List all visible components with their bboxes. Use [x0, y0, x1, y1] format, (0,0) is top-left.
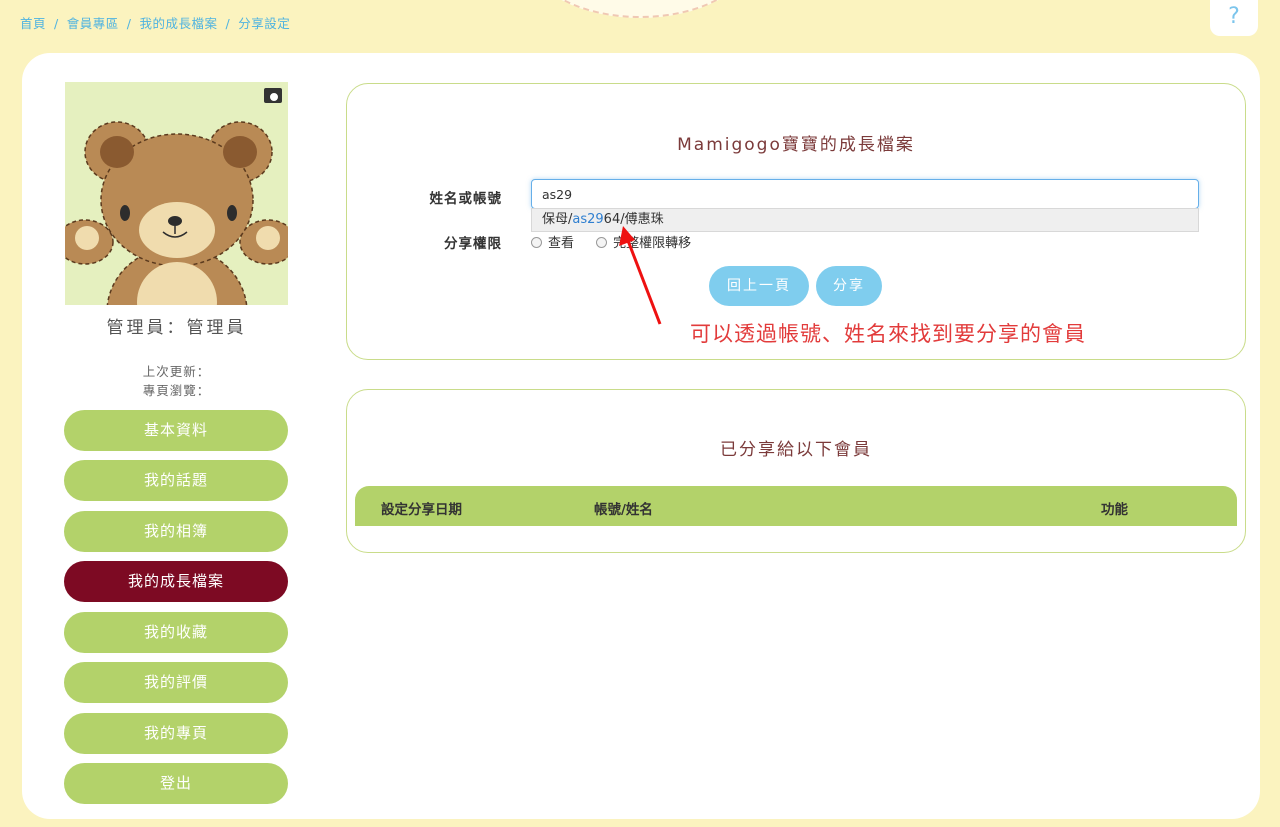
column-account-name: 帳號/姓名 — [594, 502, 653, 518]
name-label: 姓名或帳號 — [429, 191, 502, 207]
menu-my-reviews[interactable]: 我的評價 — [64, 662, 288, 703]
column-actions: 功能 — [1101, 502, 1128, 518]
breadcrumb-member[interactable]: 會員專區 — [67, 16, 119, 31]
permission-view-radio[interactable] — [531, 237, 542, 248]
breadcrumb: 首頁 / 會員專區 / 我的成長檔案 / 分享設定 — [20, 16, 291, 31]
annotation-text: 可以透過帳號、姓名來找到要分享的會員 — [690, 322, 1086, 346]
bear-avatar-icon — [65, 121, 288, 305]
share-form-title: Mamigogo寶寶的成長檔案 — [677, 135, 915, 155]
shared-table-header: 設定分享日期 帳號/姓名 功能 — [355, 486, 1237, 526]
shared-list-panel: 已分享給以下會員 設定分享日期 帳號/姓名 功能 — [346, 389, 1246, 553]
annotation-arrow-icon — [619, 226, 662, 325]
column-share-date: 設定分享日期 — [381, 502, 462, 518]
back-button[interactable]: 回上一頁 — [709, 266, 809, 306]
user-role: 管理員：管理員 — [106, 318, 247, 338]
breadcrumb-growth[interactable]: 我的成長檔案 — [139, 16, 217, 31]
last-update: 上次更新： — [142, 364, 211, 379]
menu-my-growth-files[interactable]: 我的成長檔案 — [64, 561, 288, 602]
permission-label: 分享權限 — [444, 236, 502, 252]
breadcrumb-share[interactable]: 分享設定 — [238, 16, 290, 31]
menu-my-favorites[interactable]: 我的收藏 — [64, 612, 288, 653]
page-views: 專頁瀏覽： — [142, 383, 211, 398]
camera-icon[interactable] — [264, 88, 282, 103]
header-decoration — [530, 0, 750, 18]
menu-basic-info[interactable]: 基本資料 — [64, 410, 288, 451]
menu-my-page[interactable]: 我的專頁 — [64, 713, 288, 754]
menu-my-albums[interactable]: 我的相簿 — [64, 511, 288, 552]
shared-list-title: 已分享給以下會員 — [720, 440, 872, 460]
permission-transfer-radio[interactable] — [596, 237, 608, 248]
help-button[interactable]: ? — [1210, 0, 1258, 36]
avatar[interactable] — [65, 82, 288, 305]
name-account-input[interactable] — [531, 179, 1199, 209]
breadcrumb-home[interactable]: 首頁 — [20, 16, 46, 31]
menu-my-topics[interactable]: 我的話題 — [64, 460, 288, 501]
share-button[interactable]: 分享 — [816, 266, 882, 306]
menu-logout[interactable]: 登出 — [64, 763, 288, 804]
